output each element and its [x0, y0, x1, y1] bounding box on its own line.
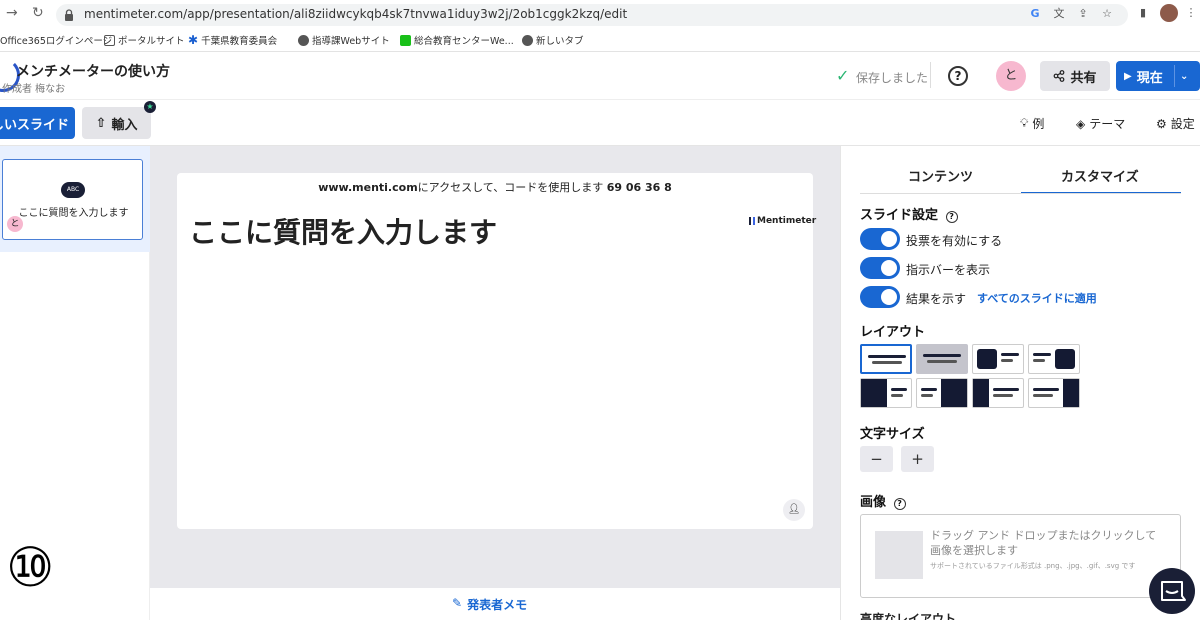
audience-icon[interactable]: 👤︎ — [783, 499, 805, 521]
image-dropzone[interactable]: ドラッグ アンド ドロップまたはクリックして 画像を選択します サポートされてい… — [860, 514, 1181, 598]
lock-icon — [65, 9, 73, 21]
portal-icon — [104, 34, 115, 46]
toggle-enable-voting-label: 投票を有効にする — [906, 234, 1003, 248]
slide-question[interactable]: ここに質問を入力します — [189, 211, 497, 251]
thumbnail-text: ここに質問を入力します — [18, 208, 129, 219]
cloud-abc-icon: ABC — [61, 182, 85, 198]
presentation-title[interactable]: メンチメーターの使い方 — [16, 61, 170, 81]
asterisk-icon: ✱ — [188, 33, 199, 47]
app-header: メンチメーターの使い方 作成者 梅なお ✓ 保存しました ? と 共有 ▶ 現在… — [0, 52, 1200, 100]
toggle-show-results[interactable] — [860, 286, 900, 308]
reload-icon[interactable]: ↻ — [32, 5, 44, 21]
address-bar[interactable]: mentimeter.com/app/presentation/ali8ziid… — [56, 4, 1128, 26]
info-icon[interactable]: ? — [893, 498, 906, 510]
menu-dots-icon[interactable]: ⋮ — [1184, 6, 1198, 20]
help-icon[interactable]: ? — [948, 66, 968, 86]
share-icon — [1054, 70, 1065, 82]
google-icon[interactable]: G — [1028, 7, 1042, 21]
examples-button[interactable]: 💡︎ 例 — [1020, 115, 1044, 132]
share-page-icon[interactable]: ⇪ — [1076, 7, 1090, 21]
translate-icon[interactable]: 文 — [1052, 7, 1066, 21]
bookmark-chiba-board[interactable]: ✱ 千葉県教育委員会 — [188, 33, 277, 47]
bookmark-guidance[interactable]: 指導課Webサイト — [298, 33, 390, 47]
pencil-icon: ✎ — [452, 596, 463, 610]
info-icon[interactable]: ? — [945, 211, 958, 223]
layout-option-3[interactable] — [972, 344, 1024, 374]
image-placeholder — [875, 531, 923, 579]
thumbnail-avatar: と — [7, 216, 23, 232]
green-site-icon — [400, 34, 411, 46]
share-button[interactable]: 共有 — [1040, 61, 1110, 91]
new-badge-star-icon: ★ — [144, 101, 156, 113]
toggle-show-results-label: 結果を示す — [906, 292, 967, 306]
layout-option-5[interactable] — [860, 378, 912, 408]
chat-bubble-icon — [1161, 581, 1186, 601]
tab-customize[interactable]: カスタマイズ — [1061, 166, 1139, 185]
font-size-title: 文字サイズ — [860, 427, 925, 442]
url-text: mentimeter.com/app/presentation/ali8ziid… — [84, 7, 628, 21]
slide-settings-title: スライド設定 ? — [860, 204, 958, 223]
upload-icon: ⇧ — [95, 115, 107, 131]
mentimeter-logo: Mentimeter — [749, 216, 816, 226]
toggle-instruction-bar[interactable] — [860, 257, 900, 279]
layout-option-8[interactable] — [1028, 378, 1080, 408]
bookmark-new-tab[interactable]: 新しいタブ — [522, 33, 584, 47]
tab-content[interactable]: コンテンツ — [908, 166, 973, 185]
layout-option-2[interactable] — [916, 344, 968, 374]
divider — [930, 62, 931, 88]
advanced-layout-label: 高度なレイアウト — [860, 612, 957, 620]
drop-icon: ◈ — [1076, 116, 1086, 131]
layout-option-1[interactable] — [860, 344, 912, 374]
play-icon: ▶ — [1124, 70, 1132, 82]
lightbulb-icon: 💡︎ — [1020, 116, 1029, 130]
author-text: 作成者 梅なお — [2, 84, 66, 95]
instruction-bar: www.menti.comにアクセスして、コードを使用します 69 06 36 … — [318, 181, 672, 194]
step-number-overlay: ⑩ — [6, 536, 55, 599]
layout-title: レイアウト — [860, 325, 926, 340]
gear-icon: ⚙ — [1156, 116, 1167, 131]
present-button[interactable]: ▶ 現在 ⌄ — [1116, 61, 1200, 91]
forward-arrow-icon[interactable]: → — [6, 5, 18, 21]
apply-all-link[interactable]: すべてのスライドに適用 — [977, 290, 1097, 306]
font-size-decrease-button[interactable]: − — [860, 446, 893, 472]
theme-button[interactable]: ◈ テーマ — [1076, 115, 1125, 132]
toggle-instruction-bar-label: 指示バーを表示 — [906, 263, 991, 277]
toolbar: 新しいスライド ⇧ 輸入 ★ 💡︎例 ◈テーマ ⚙設定 — [0, 100, 1200, 146]
presenter-notes-button[interactable]: ✎ 発表者メモ — [452, 596, 527, 613]
slide-list: ABC ここに質問を入力します と ⑩ — [0, 146, 150, 620]
bookmark-star-icon[interactable]: ☆ — [1100, 7, 1114, 21]
globe-icon — [522, 34, 533, 46]
browser-chrome: → ↻ mentimeter.com/app/presentation/ali8… — [0, 0, 1200, 52]
presenter-notes-bar[interactable]: ✎ 発表者メモ — [150, 588, 840, 620]
user-avatar[interactable]: と — [996, 61, 1026, 91]
slide-canvas[interactable]: www.menti.comにアクセスして、コードを使用します 69 06 36 … — [177, 173, 816, 529]
font-size-increase-button[interactable]: + — [901, 446, 934, 472]
layout-option-7[interactable] — [972, 378, 1024, 408]
image-title: 画像 ? — [860, 491, 906, 510]
side-panel-icon[interactable]: ▮ — [1136, 6, 1150, 20]
bookmark-office365[interactable]: Office365ログインページ — [0, 33, 112, 47]
globe-icon — [298, 34, 309, 46]
canvas-area: www.menti.comにアクセスして、コードを使用します 69 06 36 … — [150, 146, 840, 620]
save-status: 保存しました — [856, 71, 929, 85]
check-icon: ✓ — [836, 66, 850, 85]
toggle-enable-voting[interactable] — [860, 228, 900, 250]
chevron-down-icon[interactable]: ⌄ — [1180, 71, 1188, 82]
bookmark-education-center[interactable]: 総合教育センターWe... — [400, 33, 514, 47]
layout-option-4[interactable] — [1028, 344, 1080, 374]
layout-option-6[interactable] — [916, 378, 968, 408]
slide-thumbnail[interactable]: ABC ここに質問を入力します と — [2, 159, 143, 240]
import-button[interactable]: ⇧ 輸入 — [82, 107, 151, 139]
mentimeter-logo-icon — [749, 217, 755, 225]
settings-button[interactable]: ⚙ 設定 — [1156, 115, 1195, 132]
profile-avatar[interactable] — [1160, 4, 1178, 22]
customize-panel: コンテンツ カスタマイズ スライド設定 ? 投票を有効にする 指示バーを表示 結… — [840, 146, 1200, 620]
new-slide-button[interactable]: 新しいスライド — [0, 107, 75, 139]
bookmark-portal[interactable]: ポータルサイト — [104, 33, 185, 47]
chat-support-button[interactable] — [1149, 568, 1195, 614]
